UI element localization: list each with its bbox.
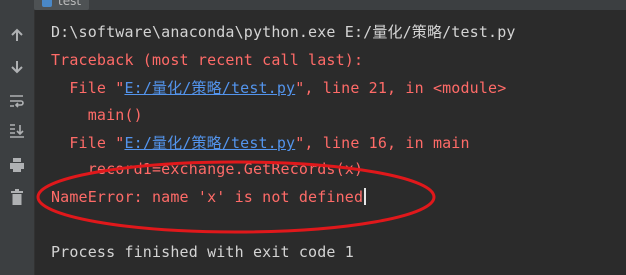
tab-bar: test: [0, 0, 626, 10]
exit-message: Process finished with exit code 1: [51, 243, 354, 261]
file-link[interactable]: E:/量化/策略/test.py: [124, 134, 295, 152]
scroll-to-end-icon[interactable]: [8, 122, 26, 140]
traceback-header: Traceback (most recent call last):: [51, 51, 364, 69]
tab-test[interactable]: test: [34, 0, 90, 10]
traceback-code-2: record1=exchange.GetRecords(x): [51, 160, 364, 178]
traceback-code-1: main(): [51, 106, 143, 124]
print-icon[interactable]: [8, 156, 26, 174]
frame-prefix: File ": [51, 79, 125, 97]
arrow-up-icon[interactable]: [8, 26, 26, 44]
run-console[interactable]: D:\software\anaconda\python.exe E:/量化/策略…: [36, 10, 626, 275]
error-text: NameError: name 'x' is not defined: [51, 188, 364, 206]
frame-prefix: File ": [51, 134, 125, 152]
frame-suffix: ", line 21, in <module>: [295, 79, 507, 97]
soft-wrap-icon[interactable]: [8, 92, 26, 110]
traceback-frame-1: File "E:/量化/策略/test.py", line 21, in <mo…: [51, 78, 506, 98]
frame-suffix: ", line 16, in main: [295, 134, 470, 152]
tab-label: test: [58, 0, 82, 8]
command-line: D:\software\anaconda\python.exe E:/量化/策略…: [51, 23, 516, 41]
file-link[interactable]: E:/量化/策略/test.py: [124, 79, 295, 97]
text-cursor: [364, 188, 366, 205]
python-file-icon: [42, 0, 52, 7]
arrow-down-icon[interactable]: [8, 58, 26, 76]
trash-icon[interactable]: [8, 188, 26, 206]
traceback-frame-2: File "E:/量化/策略/test.py", line 16, in mai…: [51, 133, 470, 153]
console-toolbar: [0, 10, 35, 275]
error-message: NameError: name 'x' is not defined: [51, 187, 366, 207]
